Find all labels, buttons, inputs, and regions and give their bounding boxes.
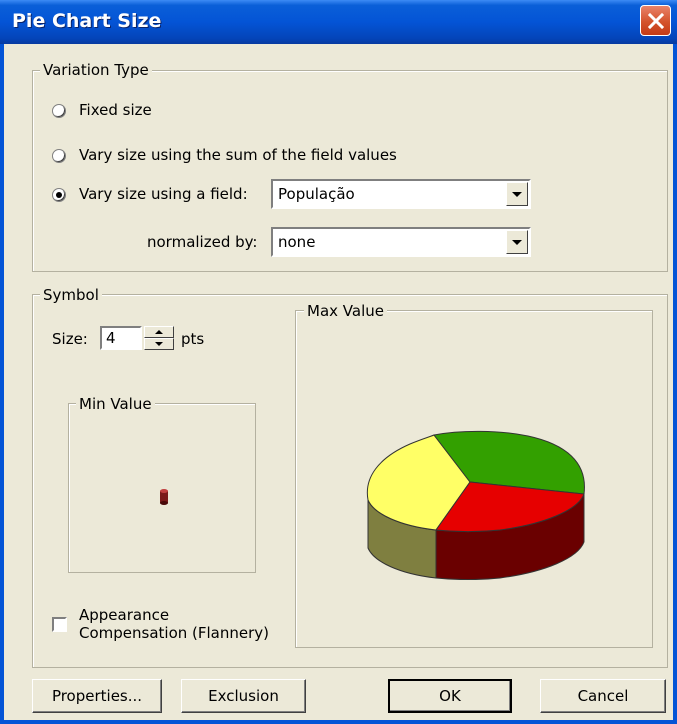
exclusion-button[interactable]: Exclusion — [181, 679, 306, 713]
chevron-down-icon — [155, 342, 163, 346]
properties-button[interactable]: Properties... — [32, 679, 162, 713]
size-unit-label: pts — [181, 330, 205, 348]
max-value-pie-preview — [366, 430, 585, 580]
vary-field-label[interactable]: Vary size using a field: — [79, 185, 248, 203]
size-input[interactable]: 4 — [100, 326, 142, 350]
cancel-button[interactable]: Cancel — [540, 679, 666, 713]
close-button[interactable] — [640, 5, 671, 36]
variation-type-legend: Variation Type — [40, 61, 152, 79]
field-select-value: População — [278, 185, 355, 203]
field-select[interactable]: População — [271, 179, 531, 209]
close-icon — [647, 12, 664, 29]
normalized-by-label: normalized by: — [147, 233, 258, 251]
chevron-down-icon — [512, 191, 522, 197]
size-spin-down[interactable] — [144, 338, 174, 350]
field-select-arrow[interactable] — [506, 182, 528, 206]
window-frame-bottom — [0, 720, 677, 724]
min-value-legend: Min Value — [76, 395, 155, 413]
chevron-down-icon — [512, 239, 522, 245]
size-spinner[interactable] — [144, 326, 174, 350]
normalized-by-value: none — [278, 233, 316, 251]
vary-sum-label[interactable]: Vary size using the sum of the field val… — [79, 146, 397, 164]
max-value-legend: Max Value — [304, 302, 387, 320]
appearance-compensation-label-1[interactable]: Appearance — [79, 606, 169, 624]
normalized-by-select[interactable]: none — [271, 227, 531, 257]
ok-button[interactable]: OK — [388, 679, 512, 713]
size-value: 4 — [106, 329, 116, 347]
min-value-pie-preview — [160, 489, 168, 505]
symbol-legend: Symbol — [40, 286, 102, 304]
chevron-up-icon — [155, 330, 163, 334]
window-title: Pie Chart Size — [12, 10, 162, 32]
window-frame-right — [673, 44, 677, 724]
size-label: Size: — [52, 330, 88, 348]
appearance-compensation-checkbox[interactable] — [52, 617, 67, 632]
appearance-compensation-label-2[interactable]: Compensation (Flannery) — [79, 624, 269, 642]
fixed-size-label[interactable]: Fixed size — [79, 101, 152, 119]
title-bar: Pie Chart Size — [0, 0, 677, 44]
vary-field-radio[interactable] — [52, 188, 66, 202]
fixed-size-radio[interactable] — [52, 104, 66, 118]
window-frame-left — [0, 44, 4, 724]
size-spin-up[interactable] — [144, 326, 174, 338]
normalized-by-arrow[interactable] — [506, 230, 528, 254]
vary-sum-radio[interactable] — [52, 149, 66, 163]
radio-selected-dot — [56, 192, 62, 198]
